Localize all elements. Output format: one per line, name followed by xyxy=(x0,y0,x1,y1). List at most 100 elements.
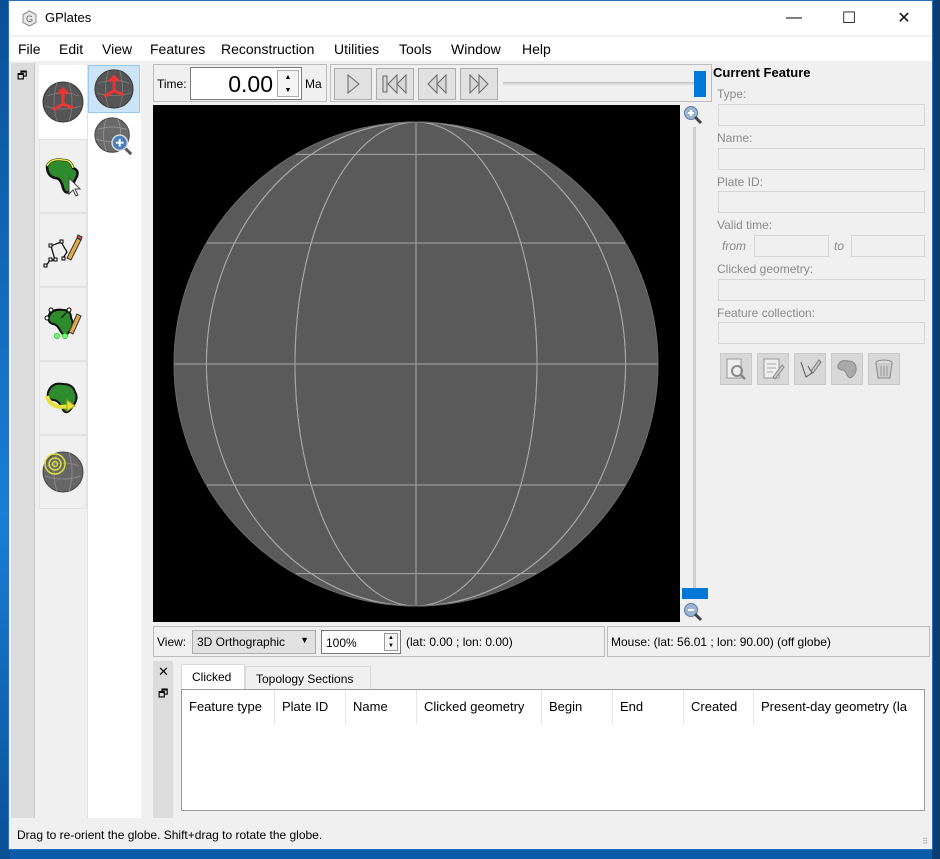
edit-feature-button[interactable] xyxy=(757,353,789,385)
tool-edit-topology[interactable] xyxy=(39,287,87,361)
menu-features[interactable]: Features xyxy=(150,41,205,57)
maximize-button[interactable]: ☐ xyxy=(826,1,872,35)
spin-up-icon[interactable]: ▲ xyxy=(385,634,397,642)
zoom-level-value: 100% xyxy=(326,636,357,650)
column-header-plate-id[interactable]: Plate ID xyxy=(275,690,346,724)
resize-grip-icon[interactable]: ⠿ xyxy=(922,837,928,846)
close-dock-icon[interactable]: ✕ xyxy=(158,664,169,680)
feature-collection-label: Feature collection: xyxy=(717,306,816,320)
column-header-created[interactable]: Created xyxy=(684,690,754,724)
zoom-level-input[interactable]: 100% ▲ ▼ xyxy=(321,630,401,654)
window-title: GPlates xyxy=(45,10,92,25)
spin-up-icon[interactable]: ▲ xyxy=(278,71,298,84)
digitise-edit-button[interactable] xyxy=(794,353,826,385)
africa-vertices-pencil-icon xyxy=(44,307,82,339)
menu-view[interactable]: View xyxy=(102,41,132,57)
valid-time-label: Valid time: xyxy=(717,218,773,232)
column-header-feature-type[interactable]: Feature type xyxy=(182,690,275,724)
reset-to-start-icon xyxy=(382,74,407,94)
type-label: Type: xyxy=(717,87,747,101)
time-slider-handle[interactable] xyxy=(694,71,706,97)
tool-small-circle[interactable] xyxy=(39,435,87,509)
close-icon: ✕ xyxy=(897,10,911,27)
svg-text:G: G xyxy=(26,14,33,24)
zoom-handle[interactable] xyxy=(682,588,708,599)
africa-rotate-icon xyxy=(45,382,78,414)
to-field xyxy=(851,235,925,257)
desktop-background-right xyxy=(932,0,940,859)
menu-file[interactable]: File xyxy=(18,41,41,57)
plate-id-field xyxy=(718,191,925,213)
subtool-drag-globe[interactable] xyxy=(88,65,140,113)
close-button[interactable]: ✕ xyxy=(881,1,927,35)
build-topology-icon xyxy=(837,360,857,379)
time-toolbar: Time: 0.00 ▲ ▼ Ma xyxy=(153,64,327,102)
time-label: Time: xyxy=(157,77,187,91)
tool-digitise-geometry[interactable] xyxy=(39,213,87,287)
step-back-icon xyxy=(427,74,447,94)
zoom-out-icon[interactable] xyxy=(683,602,703,622)
tool-choose-feature[interactable] xyxy=(39,139,87,213)
column-header-clicked-geometry[interactable]: Clicked geometry xyxy=(417,690,542,724)
query-feature-button[interactable] xyxy=(720,353,752,385)
time-input[interactable]: 0.00 ▲ ▼ xyxy=(190,67,302,100)
chevron-down-icon: ▼ xyxy=(300,635,309,645)
column-header-name[interactable]: Name xyxy=(346,690,417,724)
bottom-dock-handle[interactable]: ✕ 🗗 xyxy=(153,661,173,818)
globe-view[interactable] xyxy=(153,105,680,622)
play-icon xyxy=(347,74,360,94)
spin-down-icon[interactable]: ▼ xyxy=(278,84,298,97)
step-forward-icon xyxy=(469,74,489,94)
mouse-coordinates-bar: Mouse: (lat: 56.01 ; lon: 90.00) (off gl… xyxy=(607,626,930,657)
clicked-features-table[interactable]: Feature type Plate ID Name Clicked geome… xyxy=(181,689,925,811)
zoom-spinner[interactable]: ▲ ▼ xyxy=(384,633,398,651)
minimize-button[interactable]: — xyxy=(771,1,817,35)
tab-topology-sections[interactable]: Topology Sections xyxy=(245,666,371,690)
column-header-begin[interactable]: Begin xyxy=(542,690,613,724)
current-feature-title: Current Feature xyxy=(713,65,811,80)
step-back-button[interactable] xyxy=(418,68,456,100)
globe-arrows-icon xyxy=(94,69,134,109)
menu-help[interactable]: Help xyxy=(522,41,551,57)
type-field xyxy=(718,104,925,126)
spin-down-icon[interactable]: ▼ xyxy=(385,642,397,650)
delete-feature-icon xyxy=(875,359,893,379)
subtool-column xyxy=(87,65,141,818)
build-topology-button[interactable] xyxy=(831,353,863,385)
from-field xyxy=(754,235,829,257)
title-bar[interactable]: G GPlates — ☐ ✕ xyxy=(9,1,932,35)
step-forward-button[interactable] xyxy=(460,68,498,100)
menu-tools[interactable]: Tools xyxy=(399,41,432,57)
tool-dock-handle[interactable]: 🗗 xyxy=(11,63,35,818)
subtool-zoom-globe[interactable] xyxy=(88,113,140,161)
menu-utilities[interactable]: Utilities xyxy=(334,41,379,57)
reset-button[interactable] xyxy=(376,68,414,100)
projection-select[interactable]: 3D Orthographic ▼ xyxy=(192,630,316,654)
tool-modify-pole[interactable] xyxy=(39,361,87,435)
feature-collection-field xyxy=(718,322,925,344)
menu-reconstruction[interactable]: Reconstruction xyxy=(221,41,314,57)
delete-feature-button[interactable] xyxy=(868,353,900,385)
tab-clicked[interactable]: Clicked xyxy=(181,664,245,690)
to-label: to xyxy=(834,239,845,253)
zoom-track[interactable] xyxy=(693,127,696,595)
menu-window[interactable]: Window xyxy=(451,41,501,57)
animation-toolbar xyxy=(330,64,712,102)
globe-canvas[interactable] xyxy=(153,105,680,622)
play-button[interactable] xyxy=(334,68,372,100)
edit-feature-icon xyxy=(763,358,785,380)
gplates-window: G GPlates — ☐ ✕ File Edit View Features … xyxy=(8,0,933,850)
float-dock-icon[interactable]: 🗗 xyxy=(17,67,27,86)
column-header-present-day-geometry[interactable]: Present-day geometry (la xyxy=(754,690,924,724)
camera-coordinates: (lat: 0.00 ; lon: 0.00) xyxy=(406,635,513,649)
tool-palette xyxy=(37,63,141,818)
column-header-end[interactable]: End xyxy=(613,690,684,724)
zoom-in-icon[interactable] xyxy=(683,105,703,125)
zoom-slider xyxy=(681,105,709,625)
menu-edit[interactable]: Edit xyxy=(59,41,83,57)
float-dock-icon[interactable]: 🗗 xyxy=(158,685,168,704)
time-spinner[interactable]: ▲ ▼ xyxy=(277,70,299,97)
current-feature-panel: Current Feature Type: Name: Plate ID: Va… xyxy=(713,63,933,393)
time-slider-track[interactable] xyxy=(503,82,695,85)
tool-drag-globe[interactable] xyxy=(39,65,87,139)
